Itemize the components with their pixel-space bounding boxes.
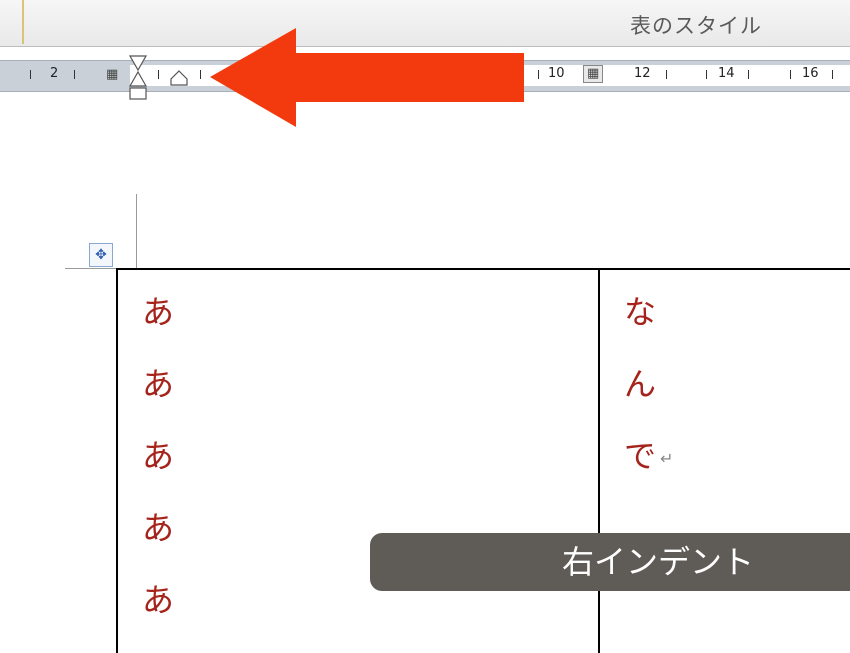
ruler-number: 12	[634, 66, 651, 81]
ruler-tick	[30, 70, 31, 79]
table-border-left	[116, 268, 118, 653]
cell-text: で	[624, 437, 657, 475]
right-indent-marker[interactable]	[170, 70, 188, 86]
corner-guide	[136, 194, 137, 268]
left-arrow-icon	[210, 28, 524, 127]
tooltip-text: 右インデント	[562, 543, 755, 581]
ruler-tick	[200, 70, 201, 79]
ruler-tick	[832, 70, 833, 79]
cell-text[interactable]: あ	[142, 431, 174, 477]
table-column-divider[interactable]	[598, 268, 600, 653]
tooltip: 右インデント	[370, 533, 850, 591]
ruler-tick	[706, 70, 707, 79]
table-move-handle-icon[interactable]: ✥	[89, 243, 113, 267]
ribbon-divider	[22, 0, 24, 44]
ruler-tick	[790, 70, 791, 79]
table-styles-group-label: 表のスタイル	[630, 14, 762, 38]
ruler-number: 2	[50, 66, 59, 81]
cell-text[interactable]: あ	[142, 287, 174, 333]
ruler-tick	[748, 70, 749, 79]
cell-text-row[interactable]: で ↵	[624, 431, 673, 477]
column-marker[interactable]: ▦	[583, 65, 604, 83]
paragraph-mark-icon: ↵	[660, 448, 674, 468]
corner-guide	[65, 268, 117, 269]
ruler-number: 10	[548, 66, 565, 81]
cell-text[interactable]: あ	[142, 503, 174, 549]
ruler-tick	[158, 70, 159, 79]
cell-text[interactable]: な	[624, 287, 656, 333]
first-line-indent-marker[interactable]	[128, 55, 148, 101]
column-marker[interactable]: ▦	[106, 67, 118, 82]
ruler-tick	[538, 70, 539, 79]
cell-text[interactable]: ん	[624, 359, 656, 405]
cell-text[interactable]: あ	[142, 359, 174, 405]
ruler-number: 14	[718, 66, 735, 81]
ruler-tick	[74, 70, 75, 79]
ruler-tick	[666, 70, 667, 79]
cell-text[interactable]: あ	[142, 575, 174, 621]
ruler-number: 16	[802, 66, 819, 81]
table-border-top	[116, 268, 850, 270]
